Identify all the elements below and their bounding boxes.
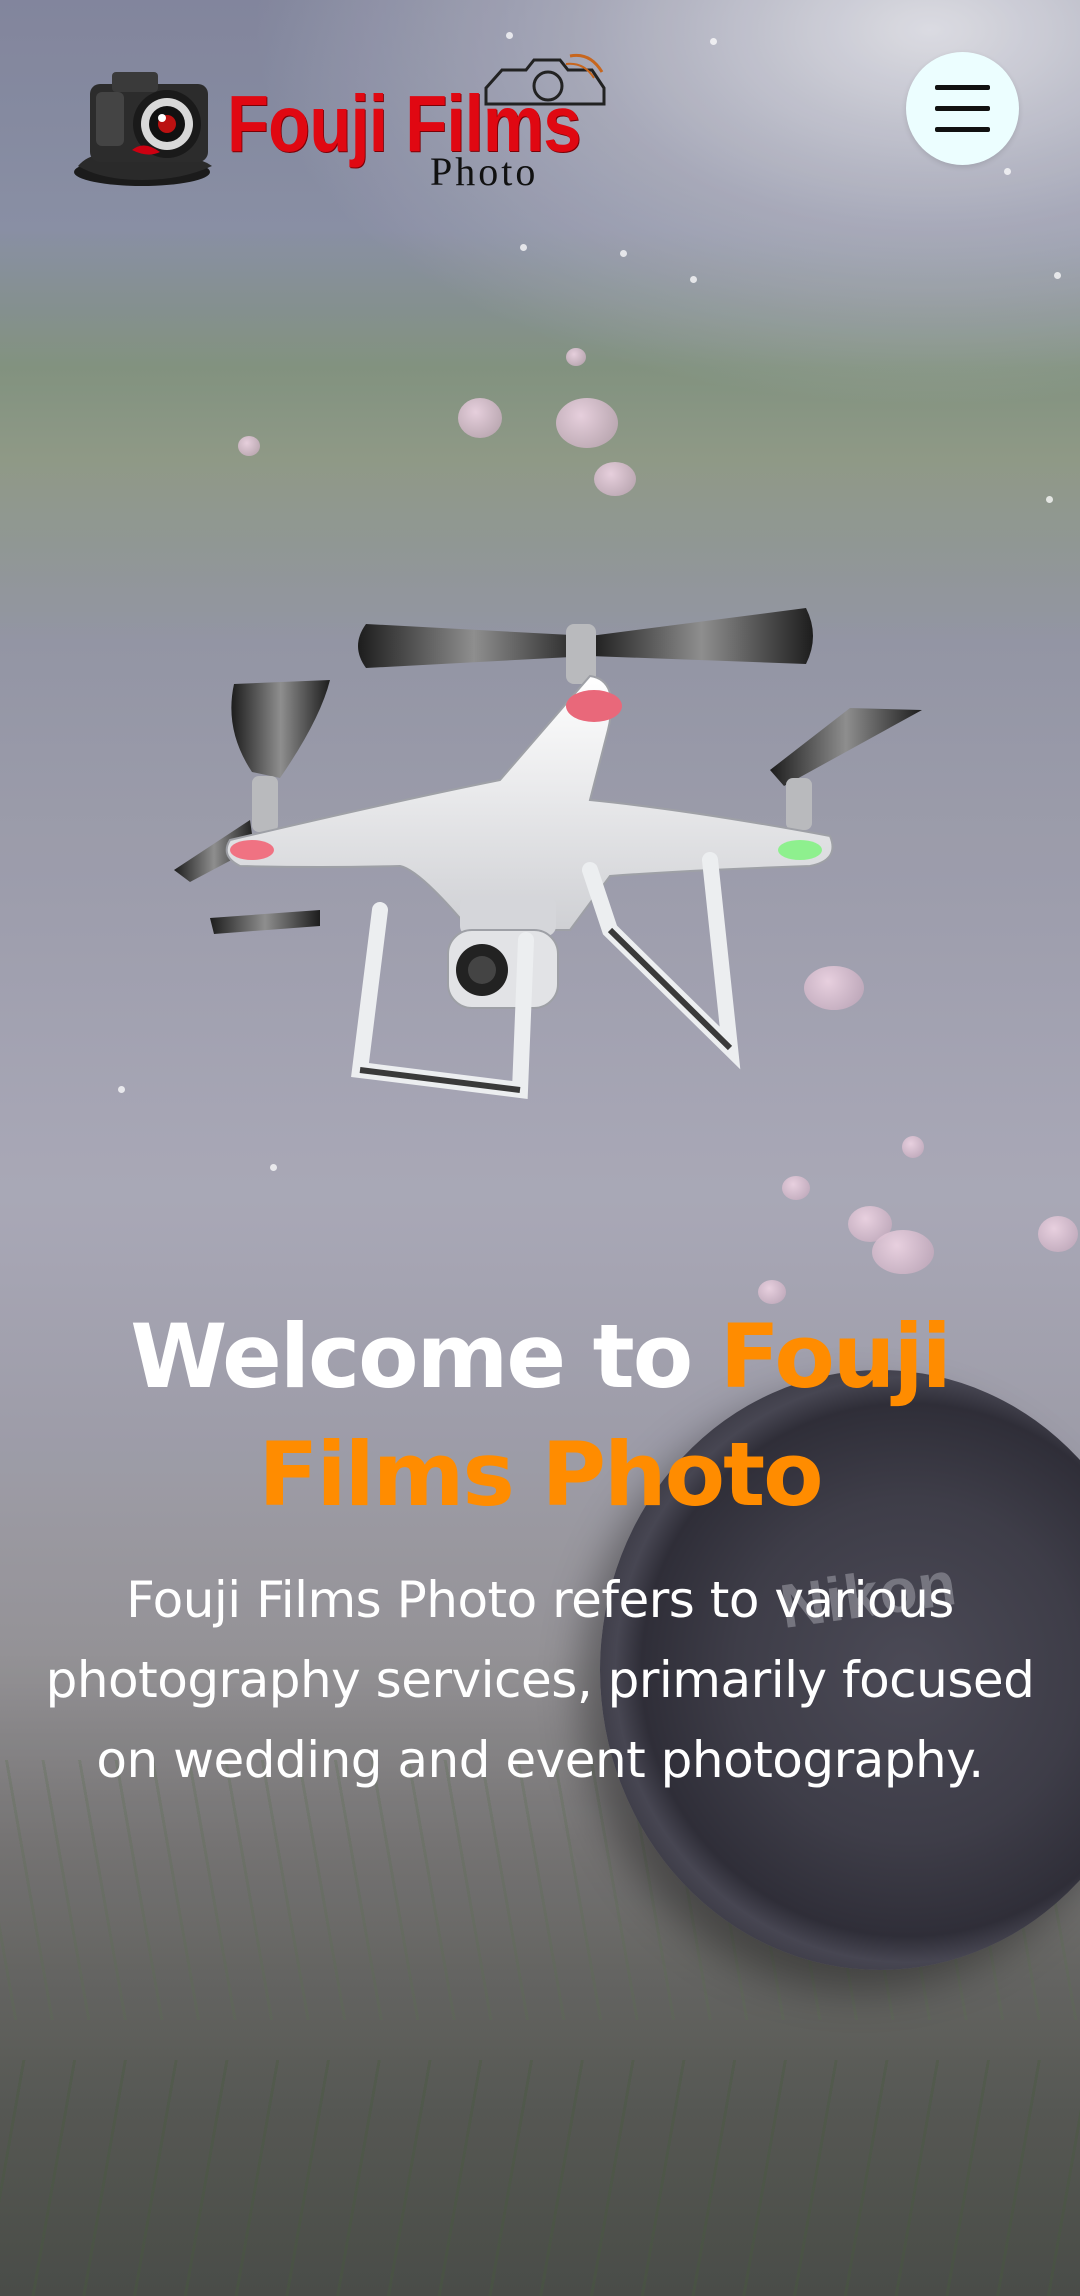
droplet [1004,168,1011,175]
bubble [556,398,618,448]
bubble [566,348,586,366]
mini-camera-icon [484,53,606,106]
droplet [1054,272,1061,279]
bubble [594,462,636,496]
bubble [458,398,502,438]
drone-image [174,608,922,1100]
site-logo[interactable]: Fouji Films Photo [72,48,632,198]
bubble [782,1176,810,1200]
hero-section: Nikon Fouji Films Photo Welcome to Fouji… [0,0,1080,2296]
logo-subtitle: Photo [430,149,539,194]
bubble [1038,1216,1078,1252]
droplet [118,1086,125,1093]
bubble [902,1136,924,1158]
bubble [872,1230,934,1274]
menu-button[interactable] [906,52,1019,165]
droplet [620,250,627,257]
droplet [270,1164,277,1171]
droplet [506,32,513,39]
hamburger-menu-icon [935,85,990,90]
hero-heading: Welcome to Fouji Films Photo [40,1298,1040,1534]
droplet [520,244,527,251]
background-grass-foreground [0,2060,1080,2296]
droplet [1046,496,1053,503]
droplet [690,276,697,283]
camera-logo-icon [74,72,212,186]
hamburger-menu-icon-bar [935,127,990,132]
hamburger-menu-icon-bar [935,106,990,111]
hero-heading-white: Welcome to [130,1305,720,1408]
droplet [710,38,717,45]
bubble [238,436,260,456]
hero-description: Fouji Films Photo refers to various phot… [45,1571,1035,1789]
